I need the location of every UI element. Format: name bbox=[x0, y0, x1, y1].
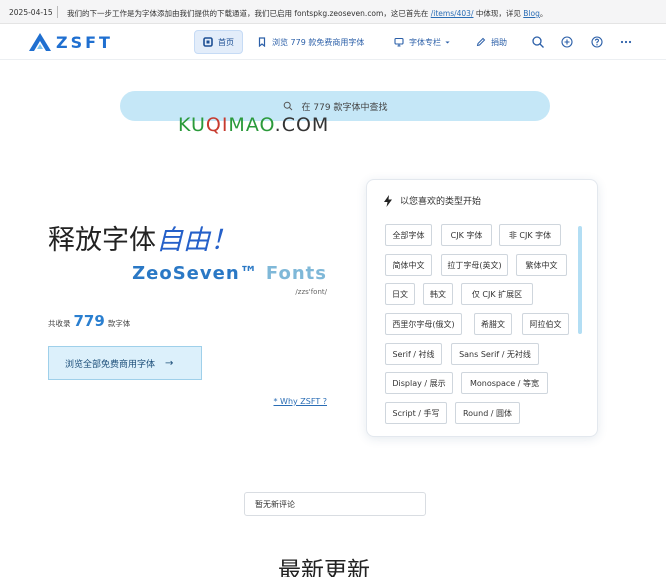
watermark-part: MAO bbox=[228, 114, 275, 136]
nav-columns-label: 字体专栏 bbox=[409, 37, 441, 47]
brand-name: ZeoSeven™ bbox=[132, 263, 259, 284]
hero-title-emphasis: 自由！ bbox=[156, 225, 237, 256]
nav-browse-label: 浏览 779 款免费商用字体 bbox=[272, 37, 365, 47]
pencil-icon bbox=[476, 37, 486, 47]
category-tag[interactable]: 西里尔字母(俄文) bbox=[385, 313, 462, 335]
nav-donate[interactable]: 捐助 bbox=[476, 30, 507, 54]
announcement-text-middle: 中体现，详见 bbox=[475, 9, 521, 18]
font-count: 共收录 779 款字体 bbox=[48, 312, 130, 330]
help-icon[interactable] bbox=[590, 35, 604, 49]
announcement-text-end: 。 bbox=[539, 9, 548, 18]
category-tag[interactable]: Monospace / 等宽 bbox=[461, 372, 548, 394]
latest-updates-heading: 最新更新 bbox=[278, 558, 370, 577]
nav-donate-label: 捐助 bbox=[491, 37, 507, 47]
comments-empty-text: 暂无新评论 bbox=[255, 499, 295, 509]
count-value: 779 bbox=[73, 312, 105, 330]
logo-mark-icon bbox=[29, 33, 51, 51]
category-panel-heading: 以您喜欢的类型开始 bbox=[383, 194, 481, 207]
category-tag[interactable]: 韩文 bbox=[423, 283, 453, 305]
category-tag[interactable]: Serif / 衬线 bbox=[385, 343, 442, 365]
category-tag[interactable]: 拉丁字母(英文) bbox=[441, 254, 508, 276]
count-prefix: 共收录 bbox=[48, 319, 71, 328]
site-logo[interactable]: ZSFT bbox=[28, 32, 113, 52]
hero-title: 释放字体自由！ bbox=[48, 218, 237, 257]
brand-wordmark: ZeoSeven™ Fonts bbox=[132, 263, 327, 284]
category-tag[interactable]: 日文 bbox=[385, 283, 415, 305]
watermark-part: .COM bbox=[274, 114, 330, 136]
announcement-divider bbox=[57, 6, 58, 18]
watermark-part: KU bbox=[178, 114, 206, 136]
category-tag[interactable]: Sans Serif / 无衬线 bbox=[451, 343, 539, 365]
category-tag[interactable]: 希腊文 bbox=[474, 313, 512, 335]
search-placeholder: 在 779 款字体中查找 bbox=[301, 102, 388, 113]
category-heading-text: 以您喜欢的类型开始 bbox=[400, 197, 482, 207]
hero-title-plain: 释放字体 bbox=[48, 225, 156, 256]
category-panel: 以您喜欢的类型开始 全部字体 CJK 字体非 CJK 字体简体中文 拉丁字母(英文)… bbox=[366, 179, 598, 437]
watermark-part: QI bbox=[205, 114, 229, 136]
announcement-text: 我们的下一步工作是为字体添加由我们提供的下载通道，我们已启用 fontspkg.… bbox=[67, 8, 547, 19]
add-circle-icon[interactable] bbox=[560, 35, 574, 49]
lightning-icon bbox=[384, 194, 392, 207]
announcement-date: 2025-04-15 bbox=[9, 8, 53, 17]
home-icon bbox=[203, 37, 213, 47]
nav-font-columns[interactable]: 字体专栏 bbox=[394, 30, 451, 54]
count-suffix: 款字体 bbox=[107, 319, 131, 328]
category-tag[interactable]: Script / 手写 bbox=[385, 402, 447, 424]
announcement-items-link[interactable]: /items/403/ bbox=[431, 9, 474, 18]
search-icon[interactable] bbox=[531, 35, 545, 49]
category-tag[interactable]: 繁体中文 bbox=[516, 254, 567, 276]
category-tag[interactable]: 仅 CJK 扩展区 bbox=[461, 283, 533, 305]
announcement-blog-link[interactable]: Blog bbox=[523, 9, 540, 18]
scrollbar-thumb[interactable] bbox=[578, 226, 582, 334]
arrow-right-icon: → bbox=[165, 357, 174, 369]
why-zsft-link[interactable]: * Why ZSFT ? bbox=[274, 397, 328, 406]
chevron-down-icon bbox=[445, 40, 450, 44]
nav-home-label: 首页 bbox=[218, 37, 234, 47]
watermark: KUQIMAO.COM bbox=[178, 114, 329, 136]
nav-browse-fonts[interactable]: 浏览 779 款免费商用字体 bbox=[257, 30, 364, 54]
logo-text: ZSFT bbox=[56, 32, 113, 52]
category-tag[interactable]: 全部字体 bbox=[385, 224, 432, 246]
category-tag[interactable]: 非 CJK 字体 bbox=[499, 224, 561, 246]
bookmark-icon bbox=[258, 37, 266, 47]
category-tag[interactable]: 简体中文 bbox=[385, 254, 432, 276]
monitor-icon bbox=[394, 37, 404, 47]
brand-fonts: Fonts bbox=[265, 263, 327, 284]
browse-all-fonts-button[interactable]: 浏览全部免费商用字体 → bbox=[48, 346, 202, 380]
browse-button-label: 浏览全部免费商用字体 bbox=[65, 359, 156, 370]
category-tag[interactable]: 阿拉伯文 bbox=[522, 313, 569, 335]
category-tag[interactable]: Round / 圆体 bbox=[455, 402, 520, 424]
search-icon bbox=[283, 101, 292, 111]
announcement-text-start: 我们的下一步工作是为字体添加由我们提供的下载通道，我们已启用 fontspkg.… bbox=[67, 9, 429, 18]
more-icon[interactable] bbox=[619, 35, 633, 49]
nav-home[interactable]: 首页 bbox=[194, 30, 243, 54]
site-header: ZSFT 首页 浏览 779 款免费商用字体 字体专栏 捐助 bbox=[0, 24, 666, 60]
category-tag[interactable]: CJK 字体 bbox=[441, 224, 492, 246]
category-tag[interactable]: Display / 展示 bbox=[385, 372, 453, 394]
announcement-bar: 2025-04-15 我们的下一步工作是为字体添加由我们提供的下载通道，我们已启… bbox=[0, 0, 666, 24]
comments-box: 暂无新评论 bbox=[244, 492, 426, 516]
brand-pronunciation: /zzs'font/ bbox=[295, 288, 327, 296]
